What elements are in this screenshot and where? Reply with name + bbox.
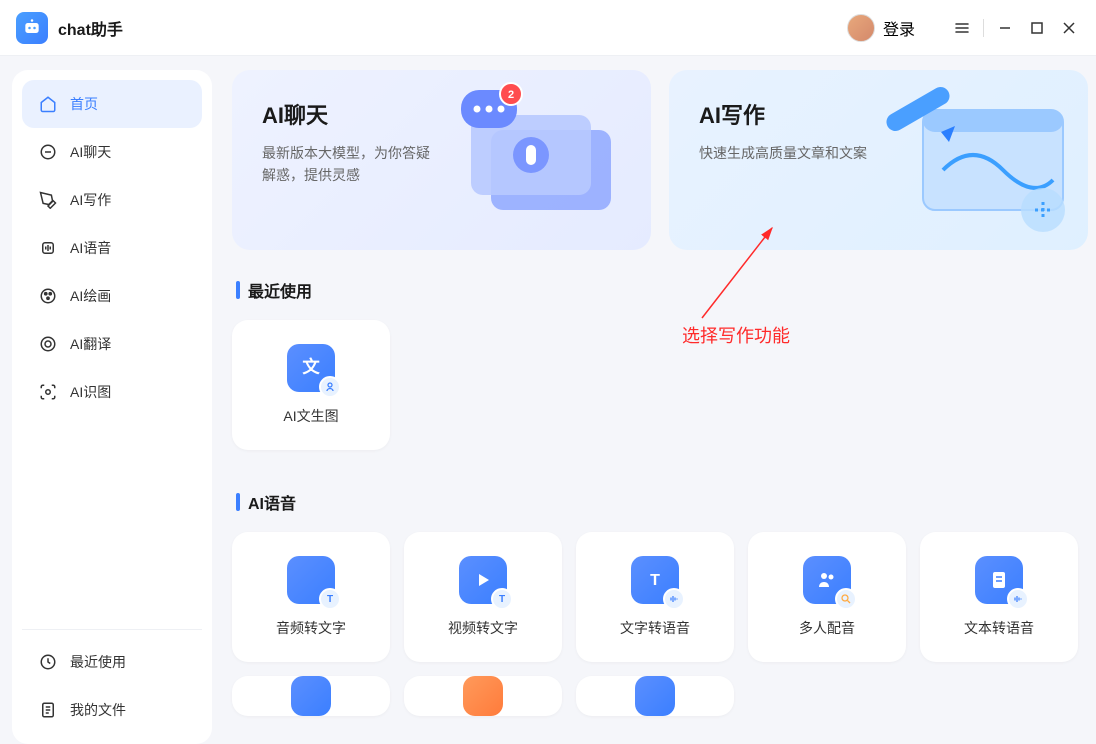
nav-files[interactable]: 我的文件 [22, 686, 202, 734]
section-voice-title: AI语音 [236, 490, 1088, 514]
partial-icon [463, 676, 503, 716]
tool-card-wenshengtu[interactable]: 文 AI文生图 [232, 320, 390, 450]
partial-icon [291, 676, 331, 716]
translate-icon [38, 334, 58, 354]
tool-card-text2voice[interactable]: 文本转语音 [920, 532, 1078, 662]
svg-text:2: 2 [508, 89, 514, 101]
nav-recognize[interactable]: AI识图 [22, 368, 202, 416]
nav-label: 最近使用 [70, 652, 126, 672]
partial-icon [635, 676, 675, 716]
tool-card-text2speech[interactable]: T 文字转语音 [576, 532, 734, 662]
section-recent-title: 最近使用 [236, 278, 1088, 302]
titlebar: chat助手 登录 [0, 0, 1096, 56]
tool-label: 音频转文字 [276, 618, 346, 638]
close-button[interactable] [1058, 17, 1080, 39]
nav-label: AI绘画 [70, 286, 111, 306]
nav-label: AI语音 [70, 238, 111, 258]
tool-label: 文本转语音 [964, 618, 1034, 638]
clock-icon [38, 652, 58, 672]
nav-paint[interactable]: AI绘画 [22, 272, 202, 320]
nav-label: AI翻译 [70, 334, 111, 354]
tool-label: 多人配音 [799, 618, 855, 638]
video-icon: T [459, 556, 507, 604]
tool-card-partial[interactable] [232, 676, 390, 716]
nav-label: AI写作 [70, 190, 111, 210]
hero-chat-desc: 最新版本大模型，为你答疑解惑，提供灵感 [262, 142, 442, 187]
hero-chat-art: 2 [421, 70, 651, 250]
tool-card-partial[interactable] [576, 676, 734, 716]
nav-label: 首页 [70, 94, 98, 114]
chat-icon [38, 142, 58, 162]
sidebar: 首页 AI聊天 AI写作 AI语音 AI绘画 AI翻译 AI识图 [12, 70, 212, 744]
nav-translate[interactable]: AI翻译 [22, 320, 202, 368]
nav-home[interactable]: 首页 [22, 80, 202, 128]
text-icon: T [631, 556, 679, 604]
login-button[interactable]: 登录 [847, 14, 915, 42]
nav-voice[interactable]: AI语音 [22, 224, 202, 272]
svg-text:T: T [650, 572, 660, 589]
app-logo [16, 12, 48, 44]
file-icon [38, 700, 58, 720]
main-content: AI聊天 最新版本大模型，为你答疑解惑，提供灵感 2 [212, 56, 1096, 744]
svg-text:文: 文 [302, 356, 320, 376]
nav-chat[interactable]: AI聊天 [22, 128, 202, 176]
write-icon [38, 190, 58, 210]
tool-label: 视频转文字 [448, 618, 518, 638]
text2img-icon: 文 [287, 344, 335, 392]
nav-label: AI识图 [70, 382, 111, 402]
tool-card-multi-dub[interactable]: 多人配音 [748, 532, 906, 662]
audio-icon: T [287, 556, 335, 604]
hero-write-desc: 快速生成高质量文章和文案 [699, 142, 879, 164]
nav-recent[interactable]: 最近使用 [22, 638, 202, 686]
app-title: chat助手 [58, 16, 123, 40]
minimize-button[interactable] [994, 17, 1016, 39]
tool-card-audio2text[interactable]: T 音频转文字 [232, 532, 390, 662]
voice-icon [38, 238, 58, 258]
hero-write-art [858, 70, 1088, 250]
nav-write[interactable]: AI写作 [22, 176, 202, 224]
login-label: 登录 [883, 16, 915, 40]
maximize-button[interactable] [1026, 17, 1048, 39]
nav-label: AI聊天 [70, 142, 111, 162]
menu-button[interactable] [951, 17, 973, 39]
doc-icon [975, 556, 1023, 604]
people-icon [803, 556, 851, 604]
tool-label: AI文生图 [283, 406, 338, 426]
tool-label: 文字转语音 [620, 618, 690, 638]
tool-card-partial[interactable] [404, 676, 562, 716]
tool-card-video2text[interactable]: T 视频转文字 [404, 532, 562, 662]
scan-icon [38, 382, 58, 402]
nav-label: 我的文件 [70, 700, 126, 720]
avatar-icon [847, 14, 875, 42]
annotation-arrow [692, 218, 782, 328]
home-icon [38, 94, 58, 114]
paint-icon [38, 286, 58, 306]
hero-card-chat[interactable]: AI聊天 最新版本大模型，为你答疑解惑，提供灵感 2 [232, 70, 651, 250]
